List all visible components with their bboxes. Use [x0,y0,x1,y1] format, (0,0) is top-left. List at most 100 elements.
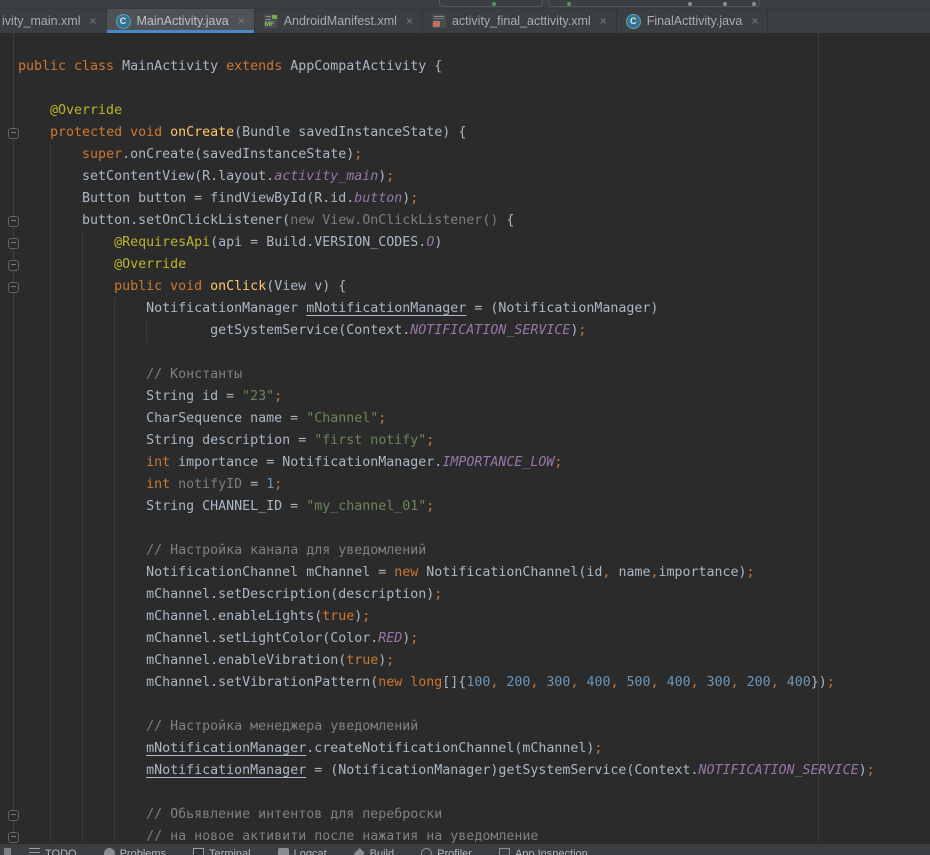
code-token: , [691,675,707,690]
code-token: // Настройка канала для уведомлений [146,543,426,558]
tab-bar: ivity_main.xml×CMainActivity.java× MF Andr… [0,9,930,33]
code-line: mNotificationManager.createNotificationC… [0,738,930,760]
editor-tab-activity-final-acttivity-xml[interactable]: activity_final_acttivity.xml × [423,9,617,33]
code-line: mNotificationManager = (NotificationMana… [0,760,930,782]
status-bar: TODO Problems Terminal Logcat Build Profiler A… [0,843,930,855]
code-line: mChannel.enableVibration(true); [0,650,930,672]
toolbar-button-dot[interactable] [752,2,756,6]
code-line: @Override [0,254,930,276]
code-token: new [394,565,418,580]
code-line: button.setOnClickListener(new View.OnCli… [0,210,930,232]
fold-collapse-icon[interactable]: − [8,128,19,139]
code-line: // Обьявление интентов для переброски [0,804,930,826]
toolwindow-button-build[interactable]: Build [354,847,394,855]
code-token: = (NotificationManager)getSystemService(… [306,763,698,778]
code-token: @RequiresApi [114,235,210,250]
run-button-dot[interactable] [492,2,496,6]
toolbar-button-dot[interactable] [688,2,692,6]
tab-label: AndroidManifest.xml [284,14,397,28]
tab-close-icon[interactable]: × [751,15,758,27]
code-editor[interactable]: public class MainActivity extends AppCom… [0,33,930,843]
code-token: }) [811,675,827,690]
code-line [0,518,930,540]
layout-xml-icon [432,14,446,28]
code-token: @Override [18,103,122,118]
code-token: AppCompatActivity { [282,59,442,74]
toolwindow-button-app-inspection[interactable]: App Inspection [499,847,588,855]
code-token: []{ [442,675,466,690]
code-token: , [731,675,747,690]
code-token: int [146,455,170,470]
code-token: 500 [627,675,651,690]
code-token: // Настройка менеджера уведомлений [146,719,418,734]
tab-close-icon[interactable]: × [90,15,97,27]
code-line: int importance = NotificationManager.IMP… [0,452,930,474]
code-token: ; [274,477,282,492]
tab-label: FinalActtivity.java [647,14,743,28]
tab-label: activity_final_acttivity.xml [452,14,591,28]
code-token: importance) [658,565,746,580]
code-line: mChannel.enableLights(true); [0,606,930,628]
code-line: getSystemService(Context.NOTIFICATION_SE… [0,320,930,342]
app-inspection-icon [499,848,510,855]
run-config-outline[interactable] [439,0,543,7]
fold-collapse-icon[interactable]: − [8,282,19,293]
code-line: setContentView(R.layout.activity_main); [0,166,930,188]
code-token: ; [386,653,394,668]
code-token [18,829,146,843]
code-token: String id = [18,389,242,404]
code-line [0,782,930,804]
code-token: = (NotificationManager) [466,301,658,316]
code-token: new long [378,675,442,690]
code-token: "first notify" [314,433,426,448]
code-token [18,455,146,470]
code-token: mChannel.setVibrationPattern( [18,675,378,690]
terminal-icon [193,848,204,855]
code-token: mNotificationManager [306,301,466,316]
code-token: ; [578,323,586,338]
editor-tab-mainactivity-java[interactable]: CMainActivity.java× [107,9,255,33]
code-token [162,125,170,140]
code-token: ; [354,147,362,162]
code-token: @Override [18,257,186,272]
code-line: // на новое активити после нажатия на ув… [0,826,930,843]
code-token: "23" [242,389,274,404]
toolwindow-button-label: Problems [120,847,166,855]
code-token: 100 [466,675,490,690]
editor-tab-androidmanifest-xml[interactable]: MF AndroidManifest.xml × [255,9,423,33]
toolwindow-button-profiler[interactable]: Profiler [421,847,472,855]
manifest-badge-text: MF [265,21,274,28]
toolwindow-button-problems[interactable]: Problems [104,847,166,855]
editor-tab-finalacttivity-java[interactable]: C FinalActtivity.java × [617,9,769,33]
code-token: onCreate [170,125,234,140]
code-line: NotificationChannel mChannel = new Notif… [0,562,930,584]
tool-window-corner-icon[interactable] [4,848,11,855]
run-config-outline[interactable] [548,0,760,7]
code-token: 200 [506,675,530,690]
code-token: int [146,477,170,492]
tab-close-icon[interactable]: × [238,15,245,27]
code-line [0,342,930,364]
tab-close-icon[interactable]: × [600,15,607,27]
code-token: mNotificationManager [146,763,306,778]
toolwindow-button-todo[interactable]: TODO [29,847,77,855]
logcat-icon [278,848,289,855]
code-line: NotificationManager mNotificationManager… [0,298,930,320]
toolwindow-button-logcat[interactable]: Logcat [278,847,327,855]
fold-collapse-icon[interactable]: − [8,238,19,249]
fold-collapse-icon[interactable]: − [8,810,19,821]
code-token: extends [226,59,282,74]
java-class-icon: C [626,14,641,29]
run-button-dot[interactable] [567,2,571,6]
todo-icon [29,848,40,855]
toolwindow-button-terminal[interactable]: Terminal [193,847,251,855]
editor-tab-ivity-main-xml[interactable]: ivity_main.xml× [0,9,107,33]
toolbar-button-dot[interactable] [723,2,727,6]
fold-collapse-icon[interactable]: − [8,216,19,227]
fold-collapse-icon[interactable]: − [8,260,19,271]
fold-collapse-icon[interactable]: − [8,832,19,843]
code-token [18,279,114,294]
code-line: mChannel.setDescription(description); [0,584,930,606]
code-token: , [611,675,627,690]
tab-close-icon[interactable]: × [406,15,413,27]
